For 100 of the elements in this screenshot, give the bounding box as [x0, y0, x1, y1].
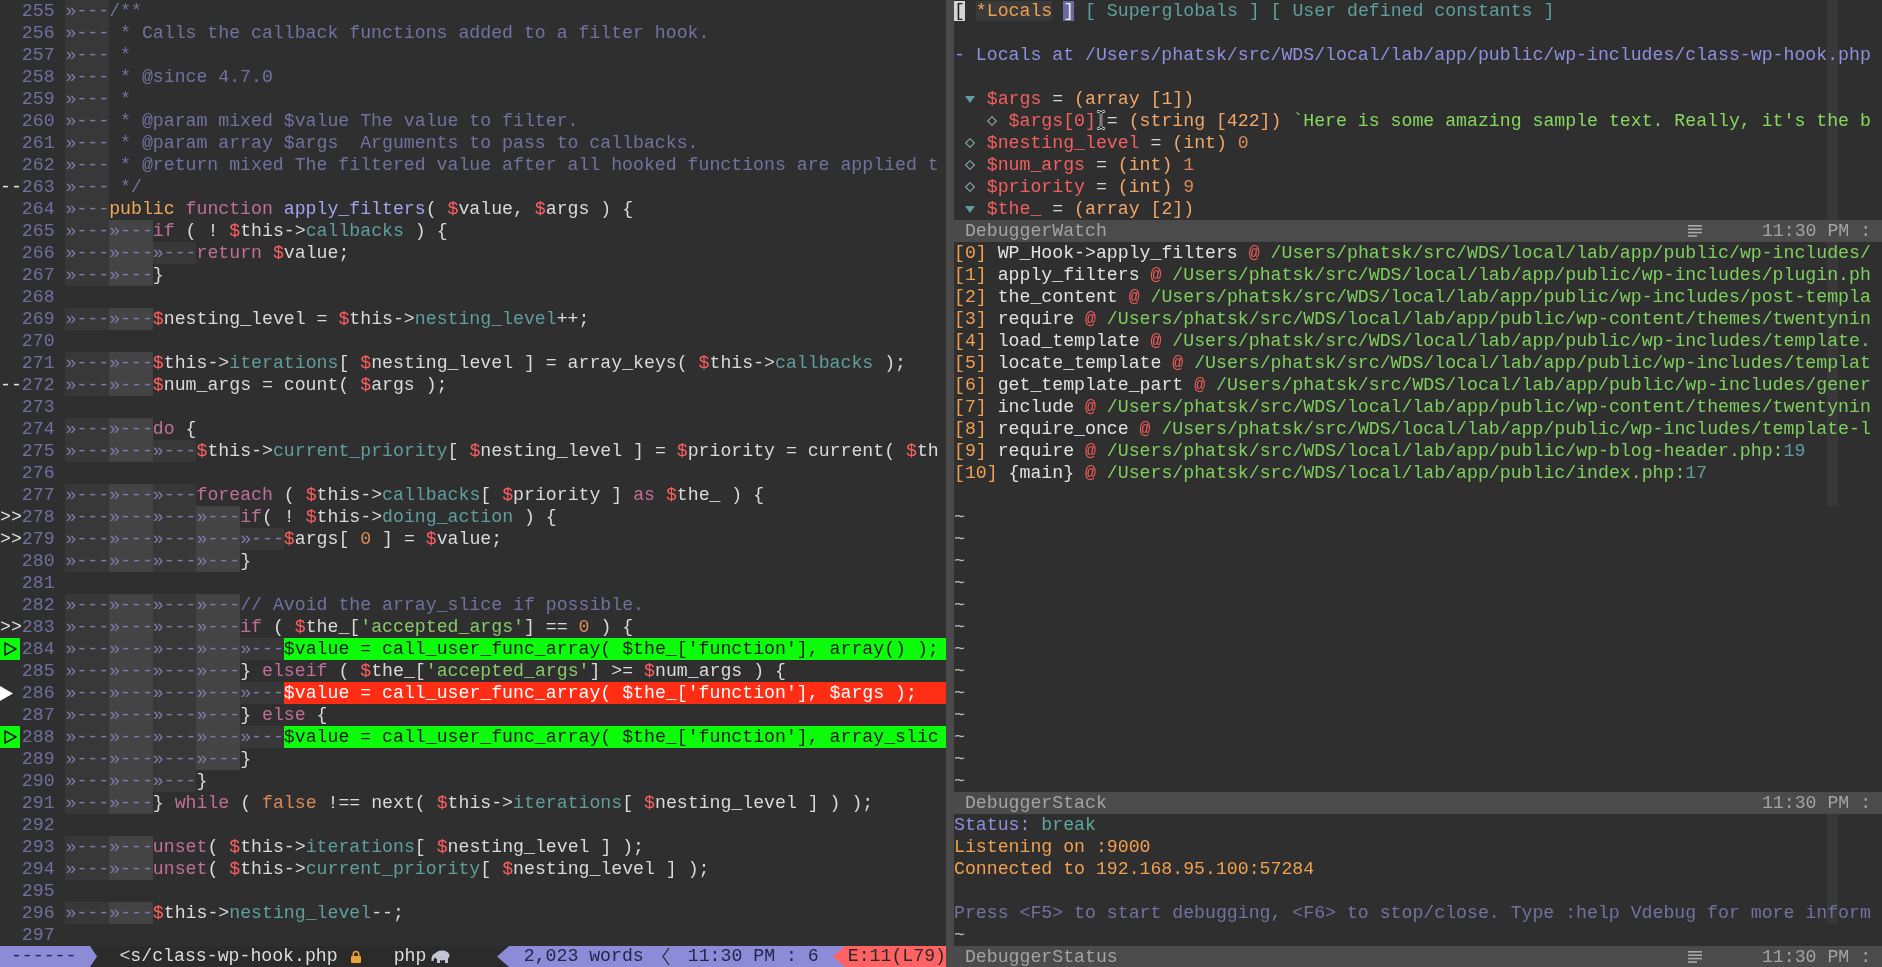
line-number: 286 — [21, 682, 55, 704]
code-line: »---»---if ( ! $this->callbacks ) { — [65, 220, 448, 242]
diamond-icon — [964, 182, 975, 192]
line-number: 264 — [21, 198, 55, 220]
empty-line-marker: ~ — [954, 924, 965, 946]
code-line: »--- * @param array $args Arguments to pass to callbacks. — [65, 132, 699, 154]
line-number: 257 — [21, 44, 55, 66]
stack-frame[interactable]: [9] require @ /Users/phatsk/src/WDS/local/lab/app/public/wp-blog-header.php:19 — [954, 440, 1806, 462]
stack-frame[interactable]: [1] apply_filters @ /Users/phatsk/src/WDS/local/lab/app/public/wp-includes/plugin.ph — [954, 264, 1871, 286]
text-cursor-icon — [1097, 110, 1105, 130]
line-number: 266 — [21, 242, 55, 264]
line-number: 273 — [21, 396, 55, 418]
variable-name: $args — [986, 88, 1042, 110]
sign-marker: -- — [0, 176, 22, 198]
variable-name: $args[0] — [1008, 110, 1096, 132]
line-number: 293 — [21, 836, 55, 858]
variable-name: $num_args — [986, 154, 1085, 176]
variable-value: = (int) 1 — [1095, 154, 1195, 176]
elephant-icon — [431, 950, 451, 963]
buffer-name: DebuggerWatch — [964, 220, 1107, 242]
code-line: »---»---do { — [65, 418, 197, 440]
variable-value: = (array [1]) — [1052, 88, 1195, 110]
stack-frame[interactable]: [3] require @ /Users/phatsk/src/WDS/local/lab/app/public/wp-content/themes/twentynin — [954, 308, 1871, 330]
code-line: »---»---»---»---if ( $the_['accepted_args'] == 0 ) { — [65, 616, 634, 638]
code-line: »---/** — [65, 0, 142, 22]
line-number: 283 — [21, 616, 55, 638]
code-line: »---»---»---»---} — [65, 748, 252, 770]
empty-line-marker: ~ — [954, 726, 965, 748]
sign-marker: >> — [0, 506, 22, 528]
code-line: »--- * @return mixed The filtered value after all hooked functions are applied t — [65, 154, 939, 176]
code-line: »--- * — [65, 88, 131, 110]
line-number: 268 — [21, 286, 55, 308]
stack-frame[interactable]: [7] include @ /Users/phatsk/src/WDS/local/lab/app/public/wp-content/themes/twentynin — [954, 396, 1871, 418]
code-line: »---»---»---$this->current_priority[ $nesting_level ] = $priority = current( $th — [65, 440, 939, 462]
log-text: Connected to 192.168.95.100:57284 — [954, 858, 1315, 880]
line-number: 259 — [21, 88, 55, 110]
code-line: »---public function apply_filters( $value, $args ) { — [65, 198, 634, 220]
line-number: 281 — [21, 572, 55, 594]
caret-down-icon[interactable] — [964, 95, 975, 103]
empty-line-marker: ~ — [954, 594, 965, 616]
line-number: 291 — [21, 792, 55, 814]
empty-line-marker: ~ — [954, 506, 965, 528]
code-line: »---»---»---»---} — [65, 550, 252, 572]
sign-marker: >> — [0, 616, 22, 638]
line-number: 288 — [21, 726, 55, 748]
stack-frame[interactable]: [10] {main} @ /Users/phatsk/src/WDS/local/lab/app/public/index.php:17 — [954, 462, 1708, 484]
sign-marker: -- — [0, 374, 22, 396]
line-number: 263 — [21, 176, 55, 198]
empty-line-marker: ~ — [954, 660, 965, 682]
file-type: php — [393, 946, 427, 967]
empty-line-marker: ~ — [954, 748, 965, 770]
empty-line-marker: ~ — [954, 572, 965, 594]
stack-frame[interactable]: [4] load_template @ /Users/phatsk/src/WDS/local/lab/app/public/wp-includes/template. — [954, 330, 1871, 352]
sign-marker: >> — [0, 528, 22, 550]
line-number: 265 — [21, 220, 55, 242]
stack-frame[interactable]: [6] get_template_part @ /Users/phatsk/src/WDS/local/lab/app/public/wp-includes/gener — [954, 374, 1871, 396]
variable-value: = (int) 9 — [1095, 176, 1195, 198]
empty-line-marker: ~ — [954, 616, 965, 638]
cursor-position: 11:30 PM : 6 — [671, 946, 833, 967]
code-line: »--- */ — [65, 176, 142, 198]
tab[interactable]: [ Superglobals ] — [1085, 0, 1260, 22]
diamond-icon — [964, 160, 975, 170]
tab[interactable]: [ User defined constants ] — [1270, 0, 1555, 22]
code-line: »--- * Calls the callback functions added to a filter hook. — [65, 22, 710, 44]
line-number: 255 — [21, 0, 55, 22]
line-number: 294 — [21, 858, 55, 880]
current-line-icon — [0, 685, 13, 701]
caret-down-icon[interactable] — [964, 205, 975, 213]
buffer-name: DebuggerStack — [964, 792, 1107, 814]
code-line: »---»---»---»---»---$value = call_user_func_array( $the_['function'], array() ); — [65, 638, 946, 660]
code-line: »---»---$this->iterations[ $nesting_level ] = array_keys( $this->callbacks ); — [65, 352, 906, 374]
code-line: »---»---»---foreach ( $this->callbacks[ $priority ] as $the_ ) { — [65, 484, 765, 506]
line-number: 287 — [21, 704, 55, 726]
line-number: 261 — [21, 132, 55, 154]
line-number: 274 — [21, 418, 55, 440]
code-line: »---»---»---»---»---$value = call_user_func_array( $the_['function'], $args ); — [65, 682, 946, 704]
line-number: 256 — [21, 22, 55, 44]
line-number: 271 — [21, 352, 55, 374]
code-line: »---»---unset( $this->iterations[ $nesting_level ] ); — [65, 836, 645, 858]
variable-value: = (string [422]) `Here is some amazing sample text. Really, it's the b — [1106, 110, 1871, 132]
line-number: 275 — [21, 440, 55, 462]
empty-line-marker: ~ — [954, 682, 965, 704]
line-number: 269 — [21, 308, 55, 330]
line-number: 284 — [21, 638, 55, 660]
line-number: 267 — [21, 264, 55, 286]
stack-frame[interactable]: [5] locate_template @ /Users/phatsk/src/WDS/local/lab/app/public/wp-includes/templat — [954, 352, 1871, 374]
stack-frame[interactable]: [2] the_content @ /Users/phatsk/src/WDS/local/lab/app/public/wp-includes/post-templa — [954, 286, 1871, 308]
line-number: 277 — [21, 484, 55, 506]
empty-line-marker: ~ — [954, 528, 965, 550]
diamond-icon — [986, 116, 997, 126]
stack-frame[interactable]: [0] WP_Hook->apply_filters @ /Users/phatsk/src/WDS/local/lab/app/public/wp-includes/ — [954, 242, 1871, 264]
variable-name: $priority — [986, 176, 1085, 198]
line-number: 260 — [21, 110, 55, 132]
code-line: »---»---»---return $value; — [65, 242, 350, 264]
status-text: Status: break — [954, 814, 1096, 836]
line-number: 280 — [21, 550, 55, 572]
line-number: 270 — [21, 330, 55, 352]
separator-arrow-icon — [90, 946, 98, 967]
stack-frame[interactable]: [8] require_once @ /Users/phatsk/src/WDS/local/lab/app/public/wp-includes/template-l — [954, 418, 1871, 440]
code-line: »---»---$nesting_level = $this->nesting_level++; — [65, 308, 590, 330]
